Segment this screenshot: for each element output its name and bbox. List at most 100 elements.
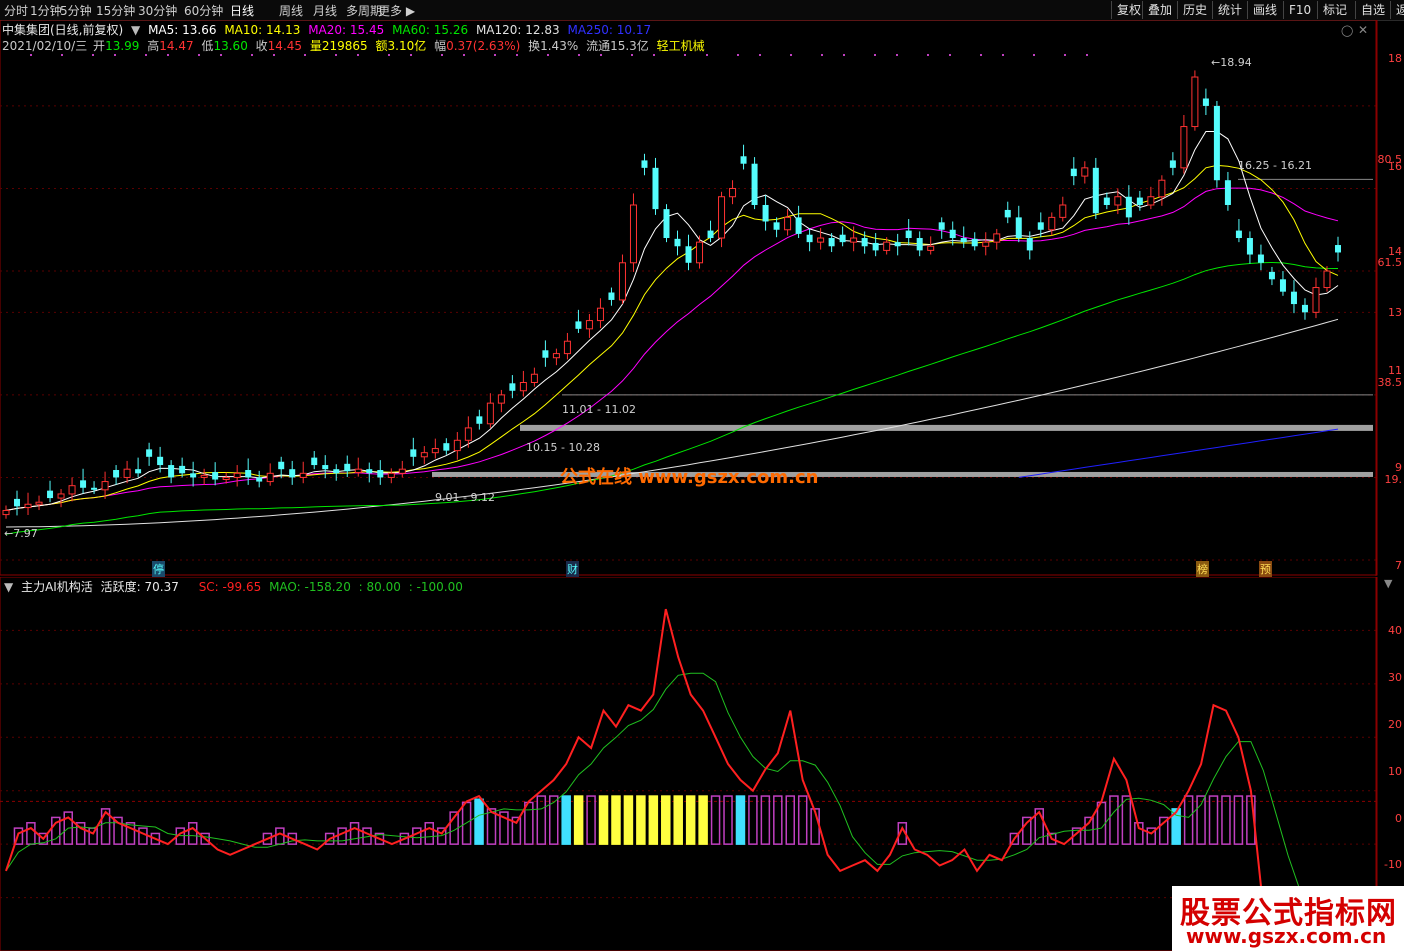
signal-dot (790, 54, 792, 56)
signal-dot (145, 54, 147, 56)
candle-body (1335, 245, 1341, 253)
tab-2[interactable]: 5分钟 (60, 2, 92, 19)
signal-dot (494, 54, 496, 56)
indicator-axis-label: 30 (1388, 671, 1402, 684)
signal-dot (706, 54, 708, 56)
candle-body (1037, 222, 1044, 230)
candle-body (278, 461, 285, 470)
right-tab-6[interactable]: 标记 (1317, 1, 1352, 19)
candle-body (949, 229, 956, 239)
ma10-line (5, 164, 1339, 511)
candle-body (366, 469, 373, 474)
signal-dot (198, 54, 200, 56)
signal-dot (61, 54, 63, 56)
mark-yu[interactable]: 预 (1259, 561, 1272, 577)
right-tab-3[interactable]: 统计 (1212, 1, 1247, 19)
candle-body (443, 443, 450, 451)
candle-body (817, 237, 825, 243)
candle-body (35, 501, 43, 505)
candle-body (641, 160, 648, 168)
candle-body (497, 394, 505, 404)
candle-body (652, 167, 659, 210)
mark-cai[interactable]: 财 (566, 561, 579, 577)
candle-body (1235, 230, 1242, 239)
indicator-bar (773, 795, 783, 845)
right-tab-5[interactable]: F10 (1283, 1, 1316, 19)
signal-dot (335, 54, 337, 56)
candle-body (344, 463, 351, 472)
candle-body (333, 469, 340, 474)
candle-body (795, 217, 802, 234)
candle-body (91, 487, 98, 490)
tab-5[interactable]: 60分钟 (184, 2, 223, 19)
tab-10[interactable]: 更多 ▶ (378, 2, 415, 19)
indicator-axis-label: 40 (1388, 624, 1402, 637)
right-tab-8[interactable]: 返 (1390, 1, 1404, 19)
candle-body (200, 474, 208, 478)
candle-body (1092, 167, 1099, 214)
right-tab-1[interactable]: 叠加 (1142, 1, 1177, 19)
indicator-bar (474, 798, 484, 845)
tab-6[interactable]: 日线 (230, 2, 254, 19)
candle-body (905, 230, 912, 239)
candle-body (168, 465, 175, 478)
indicator-bar (548, 795, 559, 845)
candle-body (431, 448, 439, 454)
candle-body (1169, 160, 1176, 168)
signal-dot (684, 54, 686, 56)
right-tab-4[interactable]: 画线 (1247, 1, 1282, 19)
candle-body (1312, 287, 1320, 313)
indicator-bar (623, 795, 634, 845)
ma120-line (5, 318, 1339, 528)
candle-body (1059, 204, 1067, 218)
price-axis-label: 18 (1388, 52, 1402, 65)
indicator-bar (26, 822, 36, 845)
candle-body (190, 473, 197, 478)
right-tab-7[interactable]: 自选 (1355, 1, 1390, 19)
candle-body (674, 238, 681, 247)
indicator-bar (138, 827, 148, 845)
indicator-bar (735, 795, 746, 845)
price-axis-label: 19. (1384, 473, 1403, 486)
mark-ting[interactable]: 停 (152, 561, 165, 577)
signal-dot (273, 54, 275, 56)
tab-3[interactable]: 15分钟 (96, 2, 135, 19)
indicator-bar (1096, 801, 1107, 845)
candle-body (1279, 279, 1286, 292)
ma60-line (5, 261, 1339, 535)
indicator-bar (573, 795, 584, 845)
indicator-bar (673, 795, 683, 845)
candle-body (916, 238, 923, 251)
candle-body (1191, 76, 1199, 128)
tab-9[interactable]: 多周期 (346, 2, 382, 19)
right-tab-2[interactable]: 历史 (1177, 1, 1212, 19)
candle-body (1213, 105, 1220, 181)
candle-body (146, 449, 153, 457)
tab-7[interactable]: 周线 (279, 2, 303, 19)
candle-body (960, 238, 967, 243)
candle-body (1257, 254, 1264, 263)
tab-0[interactable]: 分时 (4, 2, 28, 19)
candle-body (420, 452, 428, 458)
collapse-icon[interactable]: ▼ (1384, 577, 1392, 590)
mark-bang[interactable]: 榜 (1196, 561, 1209, 577)
candle-body (1015, 217, 1022, 239)
indicator-bar (748, 795, 758, 845)
indicator-axis-label: -10 (1384, 858, 1402, 871)
candle-body (289, 469, 296, 478)
tab-1[interactable]: 1分钟 (30, 2, 62, 19)
low-price-tag: ←7.97 (4, 527, 38, 540)
indicator-bar (636, 795, 646, 845)
tab-8[interactable]: 月线 (313, 2, 337, 19)
signal-dot (949, 54, 951, 56)
indicator-bar (1221, 795, 1231, 845)
tab-4[interactable]: 30分钟 (138, 2, 177, 19)
candle-body (1224, 180, 1231, 205)
candle-body (1158, 179, 1166, 198)
signal-dot (980, 54, 982, 56)
indicator-bar (536, 795, 547, 845)
right-tab-0[interactable]: 复权 (1111, 1, 1146, 19)
candlestick-chart[interactable] (0, 20, 1378, 576)
indicator-bar (1196, 795, 1206, 845)
candle-body (740, 156, 747, 164)
